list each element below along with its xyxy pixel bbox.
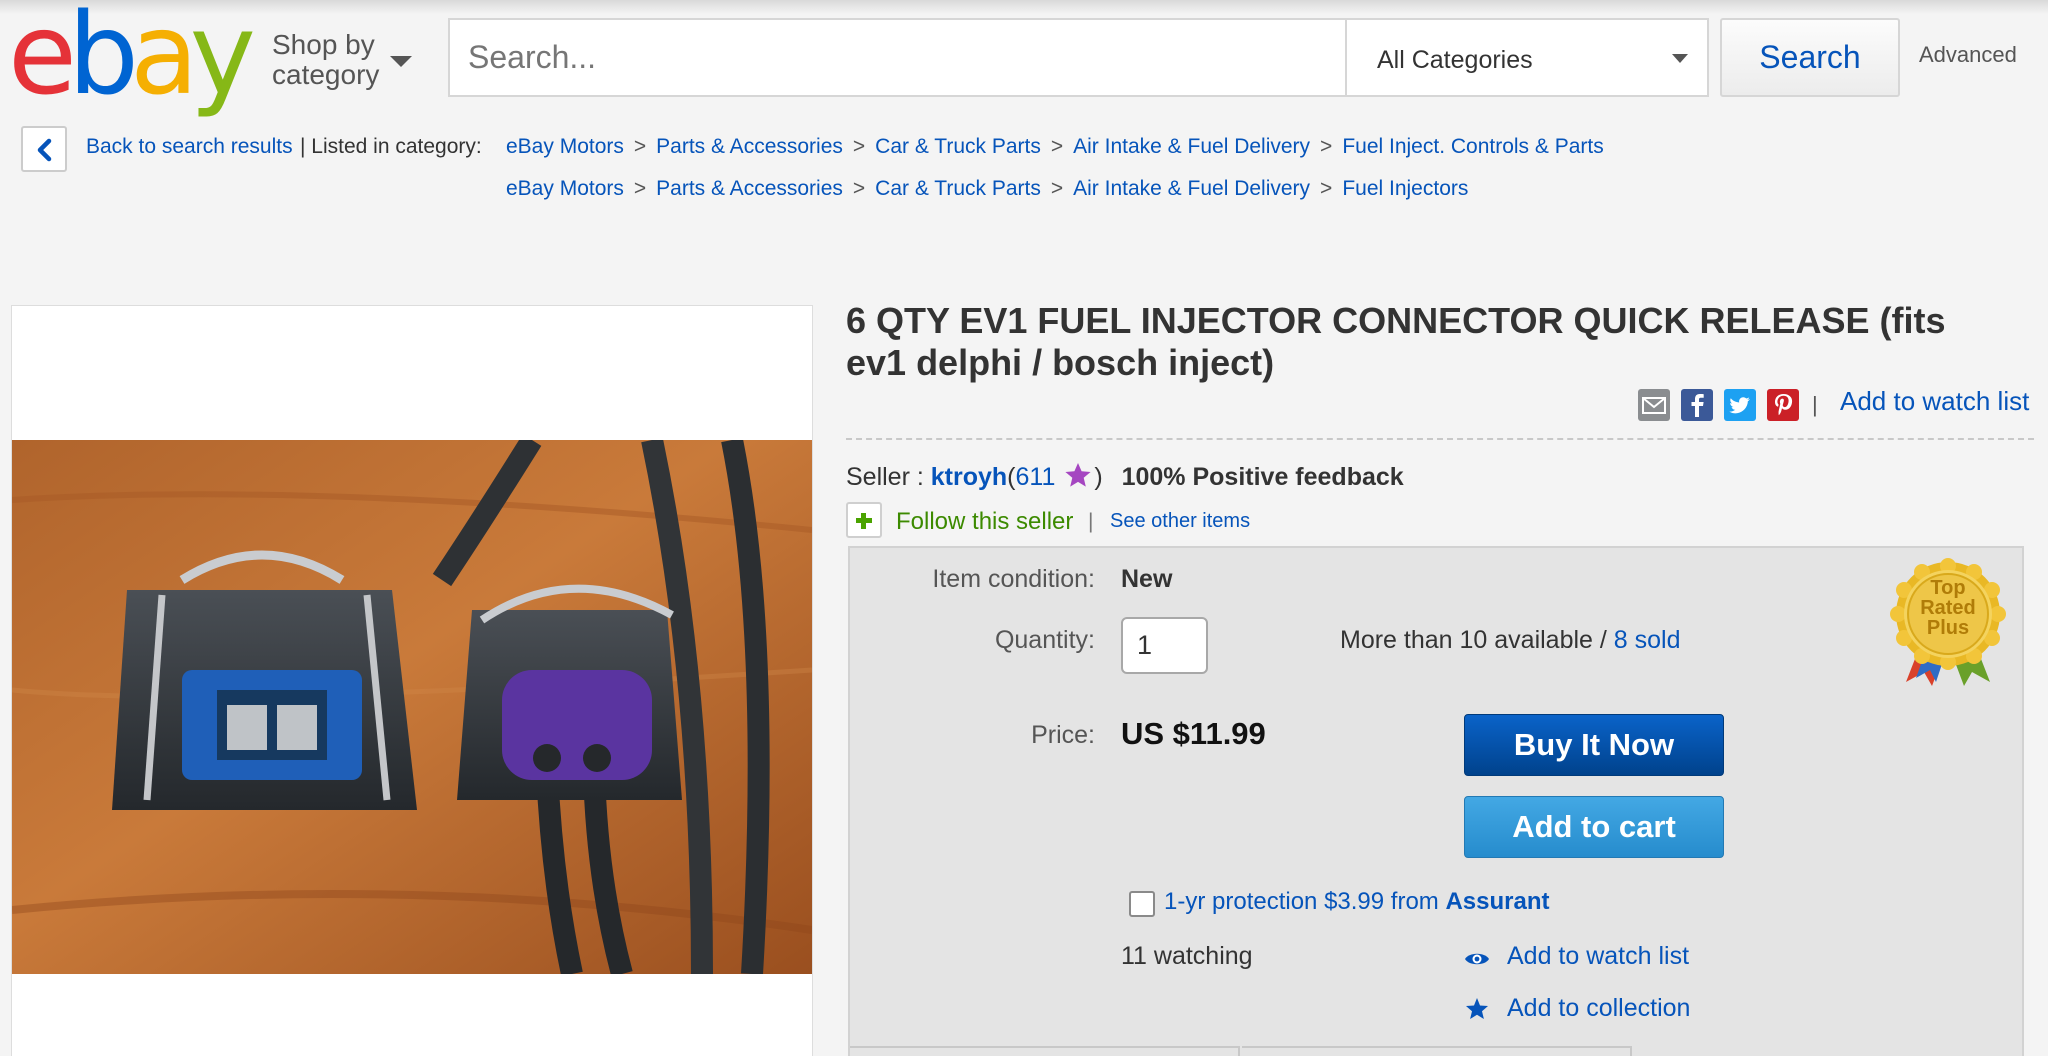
share-divider: | [1812,392,1818,417]
chevron-down-icon[interactable] [390,56,412,67]
twitter-icon-glyph [1729,397,1750,414]
share-icons: | [1638,388,1818,422]
star-icon [1466,998,1488,1019]
condition-value: New [1121,565,1173,593]
ebay-logo[interactable]: ebay [8,0,256,120]
buy-box [848,546,2024,1056]
add-to-collection-link[interactable]: Add to collection [1507,994,1690,1023]
logo-letter-y: y [189,0,256,120]
email-icon[interactable] [1638,389,1670,421]
quantity-label: Quantity: [994,626,1095,654]
badge-text: Top Rated Plus [1880,578,2016,638]
back-button[interactable] [21,126,67,172]
category-select[interactable]: All Categories [1345,18,1709,97]
follow-seller-link[interactable]: Follow this seller [896,508,1073,536]
availability: More than 10 available / 8 sold [1340,626,1681,655]
protection-text: 1-yr protection $3.99 from [1164,888,1439,915]
image-panel [11,305,813,1056]
search-button[interactable]: Search [1720,18,1900,97]
see-other-items-link[interactable]: See other items [1110,510,1250,533]
listed-in-label: | Listed in category: [300,135,482,158]
breadcrumb-separator: > [1050,177,1064,200]
chevron-left-icon [37,138,52,162]
breadcrumb-link[interactable]: Air Intake & Fuel Delivery [1073,135,1310,158]
top-shadow [0,0,2048,14]
availability-text: More than 10 available / [1340,626,1607,654]
breadcrumb-link[interactable]: Car & Truck Parts [875,135,1041,158]
advanced-search-link[interactable]: Advanced [1919,42,2017,68]
quantity-input[interactable] [1121,617,1208,674]
search-box [448,18,1345,97]
protection-checkbox[interactable] [1129,891,1155,917]
feedback-score-link[interactable]: 611 [1016,463,1056,491]
badge-line1: Top [1930,577,1966,599]
seller-label: Seller : [846,463,924,491]
breadcrumb-separator: > [633,135,647,158]
breadcrumb-link[interactable]: eBay Motors [506,177,624,200]
watching-count: 11 watching [1121,942,1253,970]
pinterest-icon[interactable] [1767,389,1799,421]
protection-offer[interactable]: 1-yr protection $3.99 from Assurant [1164,888,1550,916]
add-to-watch-list-link-top[interactable]: Add to watch list [1840,386,2029,417]
category-dropdown-icon[interactable] [1672,54,1688,63]
badge-line3: Plus [1926,617,1970,639]
condition-label: Item condition: [932,565,1095,593]
plus-icon-vertical [861,513,866,529]
breadcrumb-separator: > [1320,177,1333,200]
breadcrumb-separator: > [1320,135,1333,158]
facebook-icon-glyph [1691,394,1704,417]
breadcrumb-link[interactable]: Fuel Inject. Controls & Parts [1342,135,1603,158]
protection-vendor: Assurant [1445,888,1550,915]
paren-open: ( [1007,463,1016,491]
seller-info: Seller : ktroyh(611 ) 100% Positive feed… [846,462,1404,492]
price-value: US $11.99 [1121,716,1266,751]
breadcrumb: eBay Motors > Parts & Accessories > Car & Tr… [506,135,1604,159]
twitter-icon[interactable] [1724,389,1756,421]
breadcrumb-separator: > [852,177,866,200]
price-label: Price: [1031,721,1095,749]
shop-by-line1: Shop by [272,29,375,60]
follow-seller-button[interactable] [846,502,882,538]
divider [846,438,2034,440]
pinterest-icon-glyph [1775,394,1793,416]
badge-line2: Rated [1920,597,1976,619]
follow-divider: | [1088,510,1094,533]
add-to-watch-list-link[interactable]: Add to watch list [1507,942,1689,971]
shop-by-category-button[interactable]: Shop by category [272,30,379,90]
breadcrumb-link[interactable]: Air Intake & Fuel Delivery [1073,177,1310,200]
buy-it-now-button[interactable]: Buy It Now [1464,714,1724,776]
breadcrumb-link[interactable]: Fuel Injectors [1342,177,1468,200]
breadcrumb-link[interactable]: Car & Truck Parts [875,177,1041,200]
breadcrumb-link[interactable]: Parts & Accessories [656,135,843,158]
breadcrumb-separator: > [1050,135,1064,158]
sold-count-link[interactable]: 8 sold [1614,626,1681,654]
product-photo[interactable] [12,440,812,974]
seller-name-link[interactable]: ktroyh [931,463,1007,491]
buy-box-tabs [850,1046,2022,1056]
breadcrumb: eBay Motors > Parts & Accessories > Car & Tr… [506,177,1468,201]
search-input[interactable] [450,20,1345,95]
logo-letter-b: b [67,0,139,120]
breadcrumb-link[interactable]: eBay Motors [506,135,624,158]
email-icon-glyph [1642,397,1666,414]
shop-by-line2: category [272,59,380,90]
back-to-search-link[interactable]: Back to search results [86,135,293,159]
top-rated-plus-badge: Top Rated Plus [1880,558,2016,686]
facebook-icon[interactable] [1681,389,1713,421]
feedback-star-icon [1065,463,1091,487]
breadcrumb-separator: > [633,177,647,200]
product-photo-drawing [12,440,812,974]
breadcrumb-link[interactable]: Parts & Accessories [656,177,843,200]
paren-close: ) [1094,463,1103,491]
logo-letter-a: a [130,0,199,120]
logo-letter-e: e [8,0,77,120]
add-to-cart-button[interactable]: Add to cart [1464,796,1724,858]
eye-icon [1465,953,1489,965]
breadcrumb-separator: > [852,135,866,158]
item-title: 6 QTY EV1 FUEL INJECTOR CONNECTOR QUICK … [846,300,1946,383]
positive-feedback: 100% Positive feedback [1121,463,1404,491]
